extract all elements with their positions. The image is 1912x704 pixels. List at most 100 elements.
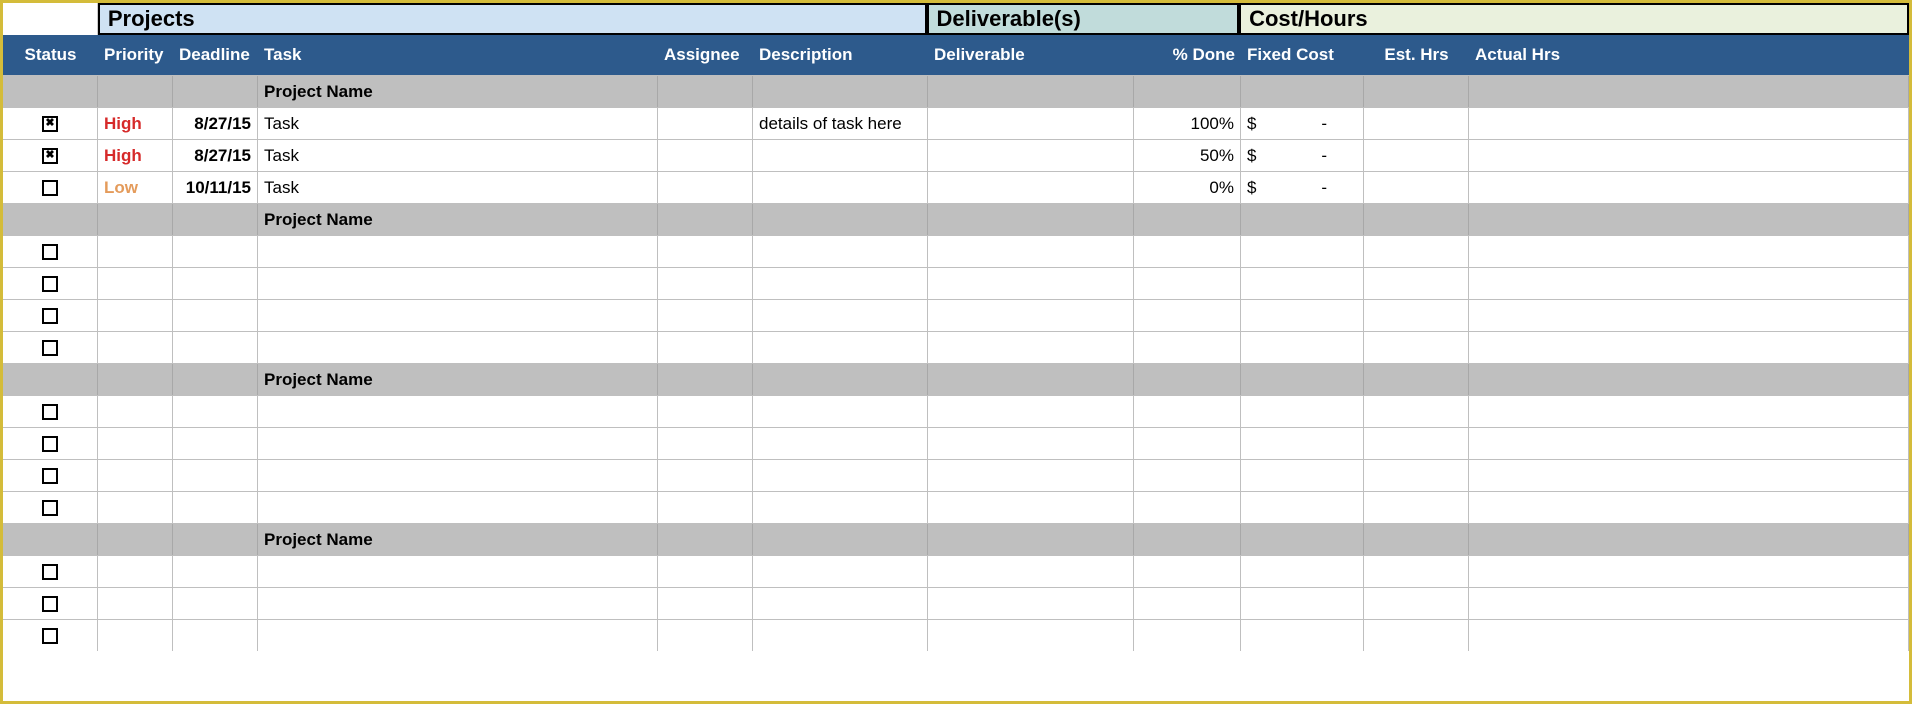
description-cell[interactable] [753, 460, 928, 491]
task-cell[interactable] [258, 492, 658, 523]
fixed-cost-cell[interactable] [1241, 460, 1364, 491]
assignee-cell[interactable] [658, 460, 753, 491]
actual-hrs-cell[interactable] [1469, 300, 1909, 331]
task-cell[interactable] [258, 236, 658, 267]
deadline-cell[interactable] [173, 332, 258, 363]
est-hrs-cell[interactable] [1364, 108, 1469, 139]
status-cell[interactable] [3, 300, 98, 331]
fixed-cost-cell[interactable] [1241, 556, 1364, 587]
description-cell[interactable] [753, 492, 928, 523]
fixed-cost-cell[interactable] [1241, 428, 1364, 459]
deadline-cell[interactable]: 8/27/15 [173, 140, 258, 171]
assignee-cell[interactable] [658, 492, 753, 523]
status-checkbox-icon[interactable] [42, 468, 58, 484]
cell[interactable] [1241, 364, 1364, 395]
deliverable-cell[interactable] [928, 236, 1134, 267]
assignee-cell[interactable] [658, 588, 753, 619]
assignee-cell[interactable] [658, 268, 753, 299]
actual-hrs-cell[interactable] [1469, 620, 1909, 651]
cell[interactable] [1364, 76, 1469, 107]
assignee-cell[interactable] [658, 236, 753, 267]
priority-cell[interactable]: High [98, 140, 173, 171]
deadline-cell[interactable] [173, 620, 258, 651]
cell[interactable] [1364, 364, 1469, 395]
actual-hrs-cell[interactable] [1469, 268, 1909, 299]
status-checkbox-icon[interactable] [42, 244, 58, 260]
fixed-cost-cell[interactable] [1241, 300, 1364, 331]
actual-hrs-cell[interactable] [1469, 556, 1909, 587]
description-cell[interactable] [753, 140, 928, 171]
percent-cell[interactable]: 0% [1134, 172, 1241, 203]
fixed-cost-cell[interactable] [1241, 588, 1364, 619]
status-checkbox-icon[interactable] [42, 564, 58, 580]
deadline-cell[interactable] [173, 396, 258, 427]
deadline-cell[interactable] [173, 492, 258, 523]
task-cell[interactable] [258, 332, 658, 363]
assignee-cell[interactable] [658, 332, 753, 363]
cell[interactable] [173, 524, 258, 555]
status-cell[interactable] [3, 460, 98, 491]
priority-cell[interactable] [98, 620, 173, 651]
deliverable-cell[interactable] [928, 620, 1134, 651]
status-checkbox-icon[interactable]: ✖ [42, 148, 58, 164]
percent-cell[interactable]: 50% [1134, 140, 1241, 171]
cell[interactable] [928, 364, 1134, 395]
deadline-cell[interactable] [173, 268, 258, 299]
percent-cell[interactable] [1134, 236, 1241, 267]
status-checkbox-icon[interactable] [42, 308, 58, 324]
actual-hrs-cell[interactable] [1469, 172, 1909, 203]
deliverable-cell[interactable] [928, 396, 1134, 427]
description-cell[interactable]: details of task here [753, 108, 928, 139]
cell[interactable] [1134, 524, 1241, 555]
priority-cell[interactable] [98, 300, 173, 331]
priority-cell[interactable] [98, 236, 173, 267]
status-cell[interactable] [3, 556, 98, 587]
status-checkbox-icon[interactable] [42, 628, 58, 644]
assignee-cell[interactable] [658, 556, 753, 587]
description-cell[interactable] [753, 172, 928, 203]
est-hrs-cell[interactable] [1364, 556, 1469, 587]
deliverable-cell[interactable] [928, 588, 1134, 619]
project-name-cell[interactable]: Project Name [258, 524, 658, 555]
fixed-cost-cell[interactable] [1241, 236, 1364, 267]
cell[interactable] [753, 524, 928, 555]
priority-cell[interactable] [98, 492, 173, 523]
percent-cell[interactable] [1134, 300, 1241, 331]
est-hrs-cell[interactable] [1364, 300, 1469, 331]
percent-cell[interactable] [1134, 332, 1241, 363]
actual-hrs-cell[interactable] [1469, 492, 1909, 523]
deadline-cell[interactable] [173, 428, 258, 459]
priority-cell[interactable] [98, 268, 173, 299]
cell[interactable] [98, 524, 173, 555]
cell[interactable] [173, 76, 258, 107]
deadline-cell[interactable]: 8/27/15 [173, 108, 258, 139]
priority-cell[interactable]: High [98, 108, 173, 139]
deliverable-cell[interactable] [928, 428, 1134, 459]
actual-hrs-cell[interactable] [1469, 588, 1909, 619]
est-hrs-cell[interactable] [1364, 428, 1469, 459]
task-cell[interactable] [258, 428, 658, 459]
cell[interactable] [1134, 76, 1241, 107]
priority-cell[interactable] [98, 396, 173, 427]
status-cell[interactable] [3, 492, 98, 523]
status-checkbox-icon[interactable] [42, 180, 58, 196]
fixed-cost-cell[interactable] [1241, 332, 1364, 363]
cell[interactable] [928, 204, 1134, 235]
project-name-cell[interactable]: Project Name [258, 364, 658, 395]
cell[interactable] [1241, 76, 1364, 107]
cell[interactable] [1241, 204, 1364, 235]
deliverable-cell[interactable] [928, 556, 1134, 587]
description-cell[interactable] [753, 332, 928, 363]
deadline-cell[interactable] [173, 460, 258, 491]
fixed-cost-cell[interactable] [1241, 492, 1364, 523]
cell[interactable] [3, 76, 98, 107]
percent-cell[interactable] [1134, 268, 1241, 299]
status-checkbox-icon[interactable] [42, 436, 58, 452]
fixed-cost-cell[interactable] [1241, 396, 1364, 427]
cell[interactable] [3, 524, 98, 555]
fixed-cost-cell[interactable] [1241, 620, 1364, 651]
deliverable-cell[interactable] [928, 140, 1134, 171]
deliverable-cell[interactable] [928, 492, 1134, 523]
status-checkbox-icon[interactable] [42, 404, 58, 420]
status-cell[interactable] [3, 588, 98, 619]
